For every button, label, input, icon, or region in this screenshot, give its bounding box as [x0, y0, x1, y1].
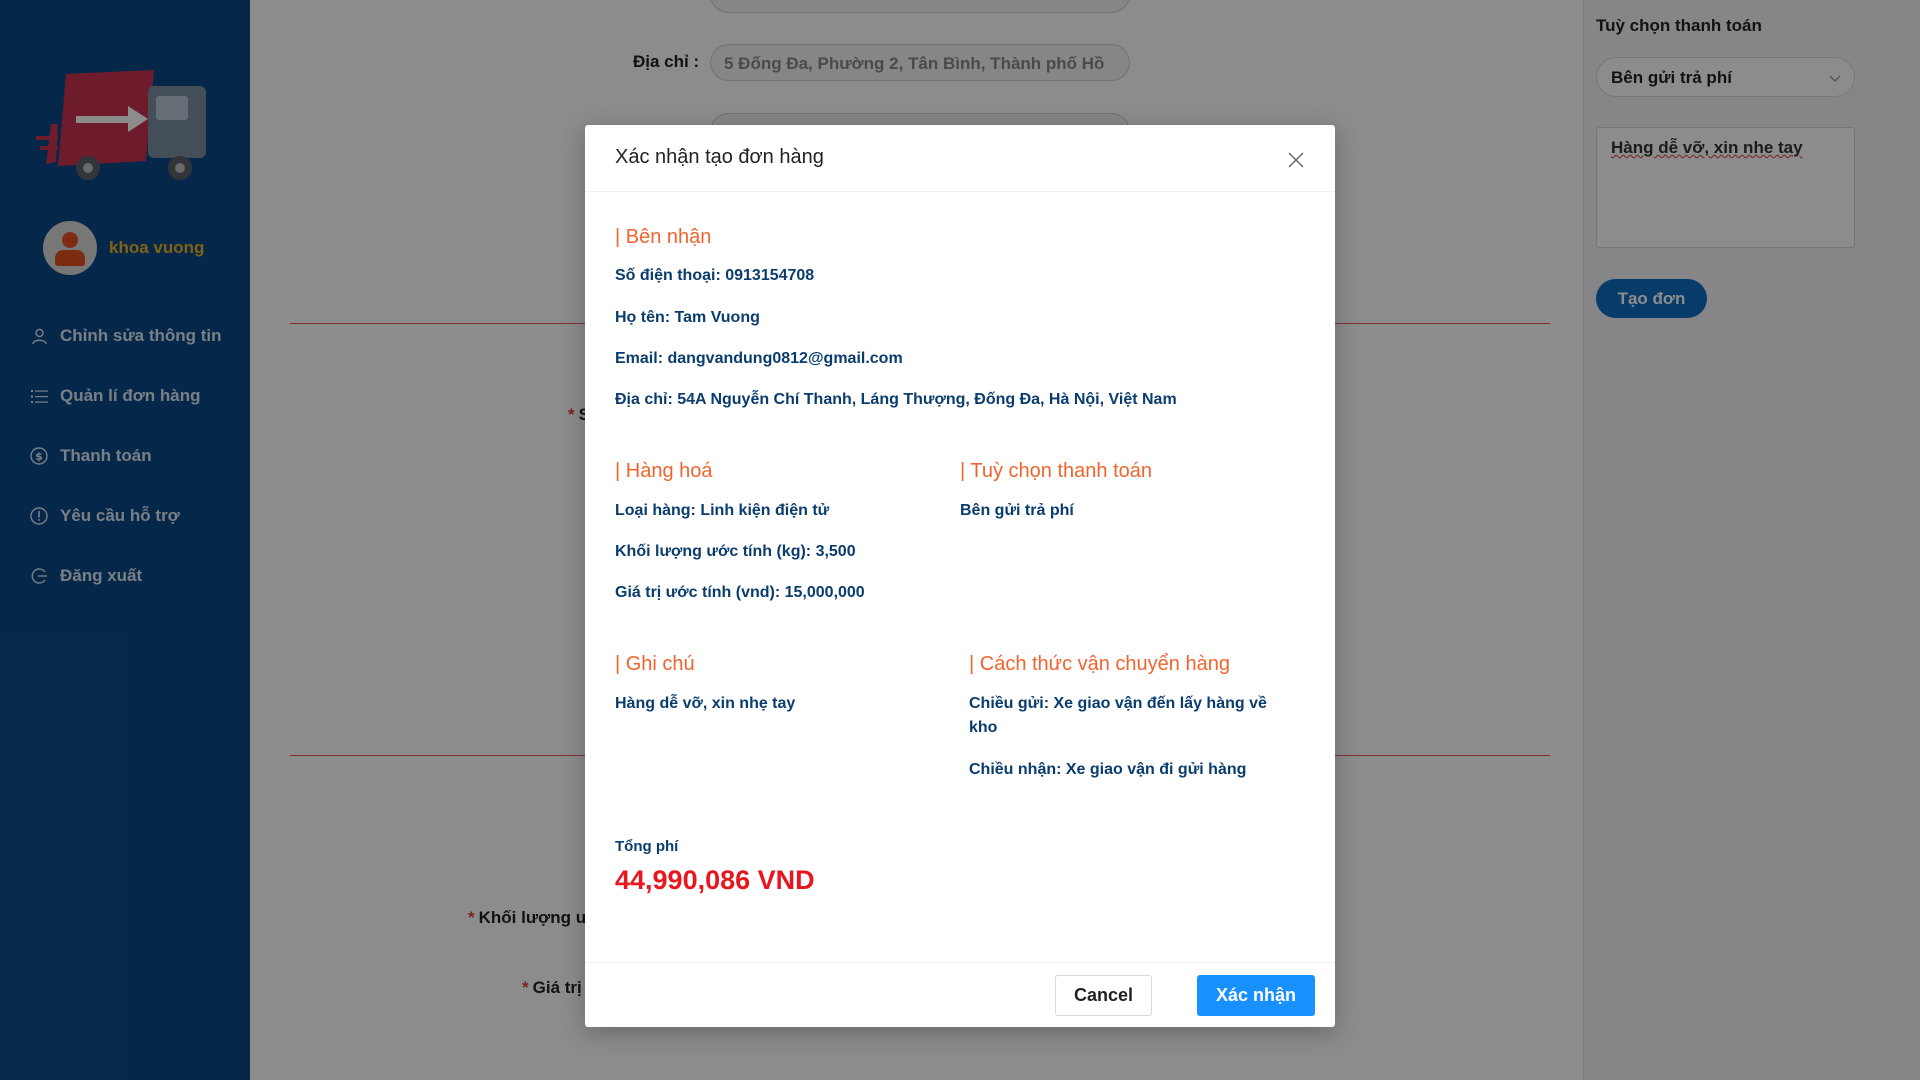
receiver-phone: Số điện thoại: 0913154708	[615, 267, 815, 284]
shipping-receive: Chiều nhận: Xe giao vận đi gửi hàng	[969, 761, 1247, 778]
total-fee-value: 44,990,086 VND	[615, 865, 815, 895]
modal-header: Xác nhận tạo đơn hàng	[585, 125, 1335, 192]
modal-title: Xác nhận tạo đơn hàng	[615, 146, 824, 168]
shipping-heading: | Cách thức vận chuyển hàng	[969, 653, 1230, 675]
goods-heading: | Hàng hoá	[615, 460, 713, 482]
note-heading: | Ghi chú	[615, 653, 695, 675]
receiver-email: Email: dangvandung0812@gmail.com	[615, 350, 903, 367]
receiver-name: Họ tên: Tam Vuong	[615, 309, 760, 326]
modal-footer: Cancel Xác nhận	[585, 962, 1335, 1027]
goods-weight: Khối lượng ước tính (kg): 3,500	[615, 543, 856, 560]
payment-option: Bên gửi trả phí	[960, 502, 1074, 519]
confirm-button[interactable]: Xác nhận	[1197, 975, 1315, 1016]
receiver-heading: | Bên nhận	[615, 226, 712, 248]
receiver-address: Địa chỉ: 54A Nguyễn Chí Thanh, Láng Thượ…	[615, 391, 1177, 408]
goods-value: Giá trị ước tính (vnd): 15,000,000	[615, 584, 865, 601]
close-icon[interactable]	[1287, 151, 1305, 169]
shipping-send: Chiều gửi: Xe giao vận đến lấy hàng về k…	[969, 695, 1267, 736]
payment-heading: | Tuỳ chọn thanh toán	[960, 460, 1153, 482]
goods-type: Loại hàng: Linh kiện điện tử	[615, 502, 830, 519]
confirm-order-modal: Xác nhận tạo đơn hàng | Bên nhận Số điện…	[585, 125, 1335, 1027]
total-fee-label: Tổng phí	[615, 838, 679, 855]
cancel-button[interactable]: Cancel	[1055, 975, 1152, 1016]
note-text: Hàng dễ vỡ, xin nhẹ tay	[615, 695, 796, 712]
